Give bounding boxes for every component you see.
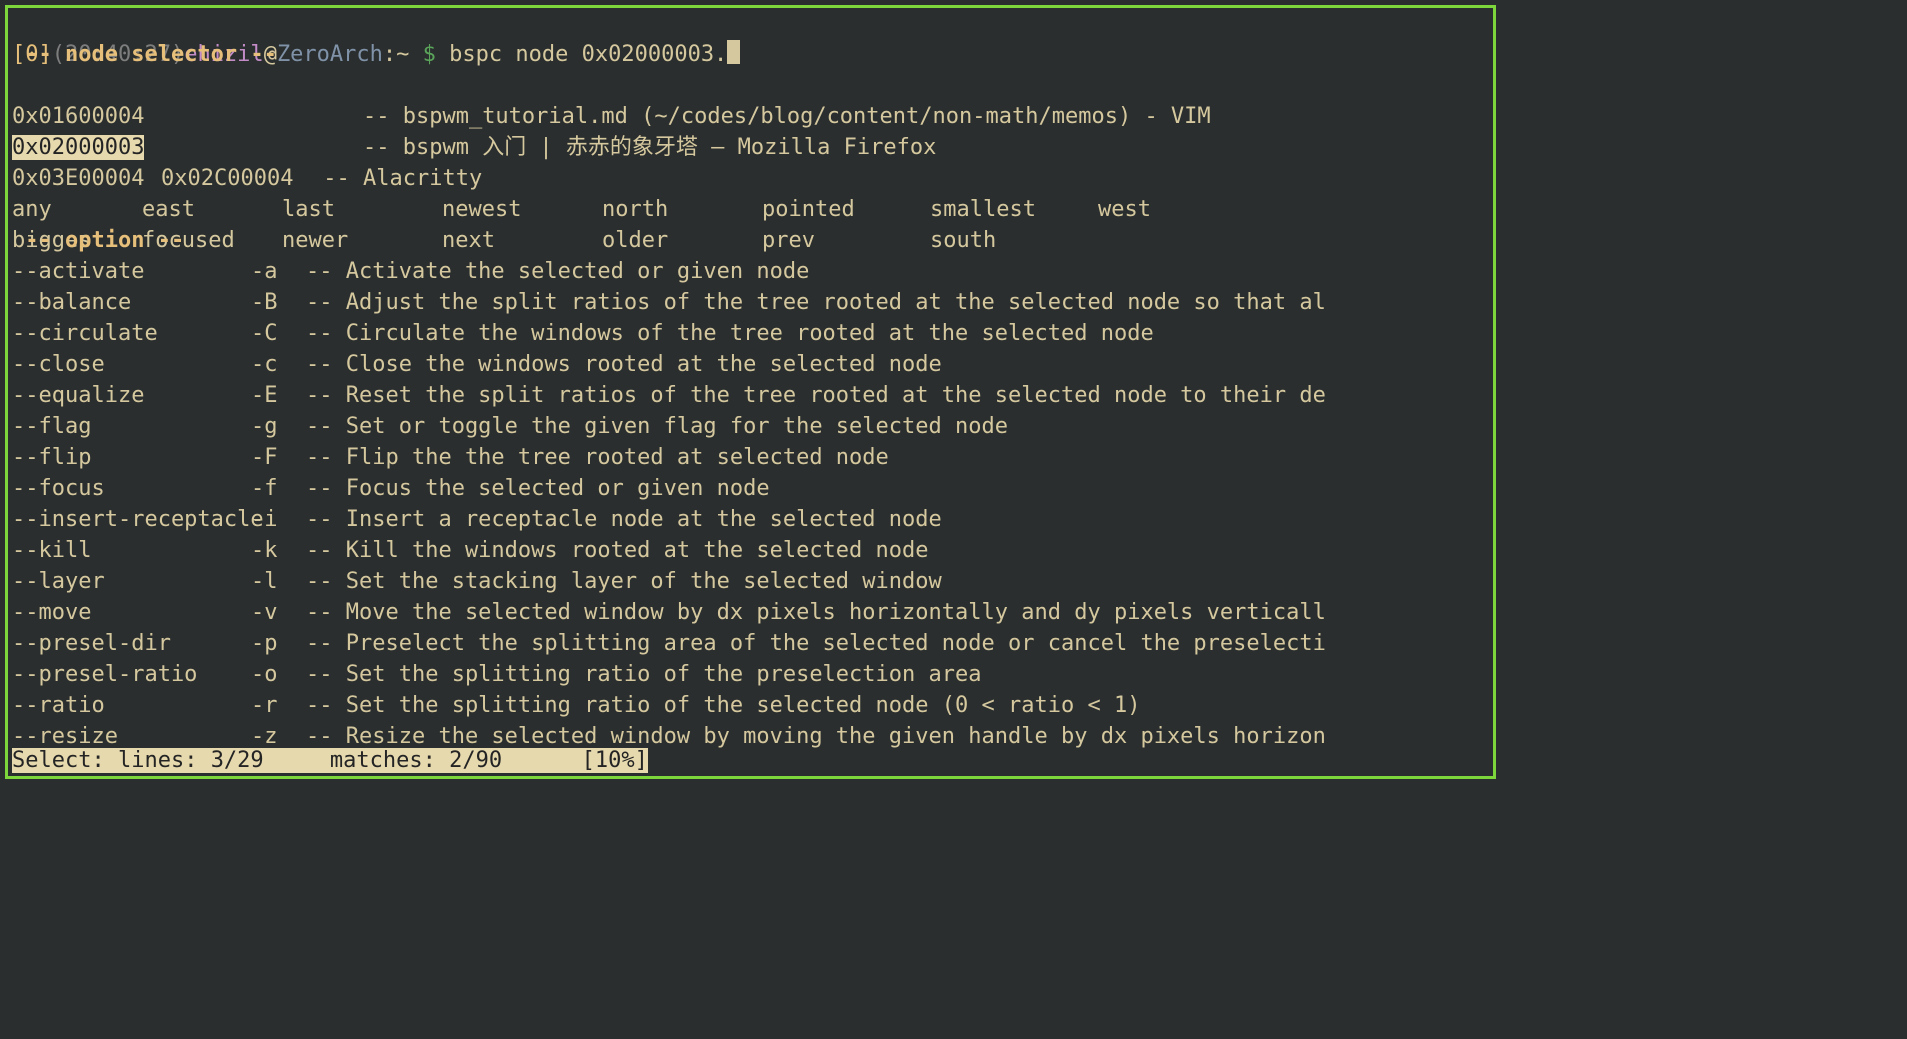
node-id2: 0x02C00004 bbox=[161, 163, 310, 194]
option-long: --close bbox=[12, 349, 251, 380]
prompt-cwd: ~ bbox=[396, 42, 409, 67]
keyword[interactable]: west bbox=[1098, 194, 1228, 225]
option-long: --presel-ratio bbox=[12, 659, 251, 690]
option-row[interactable]: --flip-F-- Flip the the tree rooted at s… bbox=[8, 442, 1493, 473]
option-row[interactable]: --activate-a-- Activate the selected or … bbox=[8, 256, 1493, 287]
option-desc: -- Set the stacking layer of the selecte… bbox=[306, 566, 942, 597]
node-id: 0x01600004 bbox=[12, 101, 161, 132]
prompt-dollar-icon: $ bbox=[409, 42, 449, 67]
option-long: --equalize bbox=[12, 380, 251, 411]
option-desc: -- Focus the selected or given node bbox=[306, 473, 770, 504]
option-short: -l bbox=[251, 566, 306, 597]
command-input[interactable]: bspc node 0x02000003. bbox=[449, 42, 727, 67]
node-row[interactable]: 0x01600004 -- bspwm_tutorial.md (~/codes… bbox=[8, 70, 1493, 101]
prompt-host: ZeroArch bbox=[277, 42, 383, 67]
option-short: -k bbox=[251, 535, 306, 566]
option-short: -B bbox=[251, 287, 306, 318]
option-row[interactable]: --presel-ratio-o-- Set the splitting rat… bbox=[8, 659, 1493, 690]
option-row[interactable]: --insert-receptacle-i-- Insert a recepta… bbox=[8, 504, 1493, 535]
keyword[interactable]: newest bbox=[442, 194, 602, 225]
option-long: --activate bbox=[12, 256, 251, 287]
option-long: --move bbox=[12, 597, 251, 628]
option-short: -i bbox=[251, 504, 306, 535]
option-desc: -- Set or toggle the given flag for the … bbox=[306, 411, 1008, 442]
keyword[interactable]: smallest bbox=[930, 194, 1098, 225]
option-short: -o bbox=[251, 659, 306, 690]
option-row[interactable]: --circulate-C-- Circulate the windows of… bbox=[8, 318, 1493, 349]
keyword[interactable]: east bbox=[142, 194, 282, 225]
option-desc: -- Activate the selected or given node bbox=[306, 256, 809, 287]
option-desc: -- Set the splitting ratio of the presel… bbox=[306, 659, 982, 690]
option-row[interactable]: --flag-g-- Set or toggle the given flag … bbox=[8, 411, 1493, 442]
option-row[interactable]: --balance-B-- Adjust the split ratios of… bbox=[8, 287, 1493, 318]
keyword[interactable]: any bbox=[12, 194, 142, 225]
option-row[interactable]: --focus-f-- Focus the selected or given … bbox=[8, 473, 1493, 504]
option-short: -g bbox=[251, 411, 306, 442]
option-desc: -- Set the splitting ratio of the select… bbox=[306, 690, 1140, 721]
cursor-icon bbox=[727, 40, 740, 64]
keyword[interactable]: prev bbox=[762, 225, 930, 256]
option-short: -a bbox=[251, 256, 306, 287]
option-row[interactable]: --move-v-- Move the selected window by d… bbox=[8, 597, 1493, 628]
option-long: --layer bbox=[12, 566, 251, 597]
option-desc: -- Move the selected window by dx pixels… bbox=[306, 597, 1326, 628]
terminal-window[interactable]: [0](20:40:27)ehizil@ZeroArch:~ $ bspc no… bbox=[5, 5, 1496, 779]
option-long: --presel-dir bbox=[12, 628, 251, 659]
option-desc: -- Kill the windows rooted at the select… bbox=[306, 535, 929, 566]
option-long: --flip bbox=[12, 442, 251, 473]
status-matches-label: matches: bbox=[330, 748, 449, 773]
option-desc: -- Adjust the split ratios of the tree r… bbox=[306, 287, 1326, 318]
keyword[interactable]: older bbox=[602, 225, 762, 256]
option-short: -C bbox=[251, 318, 306, 349]
option-desc: -- Circulate the windows of the tree roo… bbox=[306, 318, 1154, 349]
section-node-selector: -- node selector -- bbox=[8, 39, 1493, 70]
node-desc: -- bspwm 入门 | 赤赤的象牙塔 – Mozilla Firefox bbox=[363, 132, 936, 163]
status-lines-value: 3/29 bbox=[211, 748, 264, 773]
option-row[interactable]: --equalize-E-- Reset the split ratios of… bbox=[8, 380, 1493, 411]
status-lines-label: lines: bbox=[118, 748, 211, 773]
option-short: -p bbox=[251, 628, 306, 659]
option-desc: -- Reset the split ratios of the tree ro… bbox=[306, 380, 1326, 411]
option-short: -E bbox=[251, 380, 306, 411]
keyword[interactable]: north bbox=[602, 194, 762, 225]
option-desc: -- Close the windows rooted at the selec… bbox=[306, 349, 942, 380]
option-long: --flag bbox=[12, 411, 251, 442]
prompt-sep: : bbox=[383, 42, 396, 67]
option-short: -v bbox=[251, 597, 306, 628]
keyword[interactable]: south bbox=[930, 225, 1098, 256]
node-id-selected: 0x02000003 bbox=[12, 135, 144, 160]
prompt-line[interactable]: [0](20:40:27)ehizil@ZeroArch:~ $ bspc no… bbox=[8, 8, 1493, 39]
option-long: --focus bbox=[12, 473, 251, 504]
option-row[interactable]: --presel-dir-p-- Preselect the splitting… bbox=[8, 628, 1493, 659]
option-short: -f bbox=[251, 473, 306, 504]
keyword[interactable]: pointed bbox=[762, 194, 930, 225]
option-row[interactable]: --kill-k-- Kill the windows rooted at th… bbox=[8, 535, 1493, 566]
status-select: Select: bbox=[12, 748, 118, 773]
option-short: -r bbox=[251, 690, 306, 721]
option-short: -c bbox=[251, 349, 306, 380]
option-long: --balance bbox=[12, 287, 251, 318]
option-short: -F bbox=[251, 442, 306, 473]
node-desc: -- Alacritty bbox=[323, 163, 482, 194]
status-percent: [10%] bbox=[582, 748, 648, 773]
status-matches-value: 2/90 bbox=[449, 748, 502, 773]
option-row[interactable]: --layer-l-- Set the stacking layer of th… bbox=[8, 566, 1493, 597]
keyword[interactable]: next bbox=[442, 225, 602, 256]
option-desc: -- Insert a receptacle node at the selec… bbox=[306, 504, 942, 535]
option-desc: -- Flip the the tree rooted at selected … bbox=[306, 442, 889, 473]
status-bar: Select: lines: 3/29 matches: 2/90 [10%] bbox=[8, 745, 1493, 776]
option-desc: -- Preselect the splitting area of the s… bbox=[306, 628, 1326, 659]
option-long: --circulate bbox=[12, 318, 251, 349]
option-long: --insert-receptacle bbox=[12, 504, 251, 535]
keyword[interactable]: last bbox=[282, 194, 442, 225]
option-row[interactable]: --close-c-- Close the windows rooted at … bbox=[8, 349, 1493, 380]
option-long: --kill bbox=[12, 535, 251, 566]
option-long: --ratio bbox=[12, 690, 251, 721]
option-row[interactable]: --ratio-r-- Set the splitting ratio of t… bbox=[8, 690, 1493, 721]
keyword[interactable]: newer bbox=[282, 225, 442, 256]
node-id: 0x03E00004 bbox=[12, 163, 161, 194]
node-desc: -- bspwm_tutorial.md (~/codes/blog/conte… bbox=[363, 101, 1211, 132]
